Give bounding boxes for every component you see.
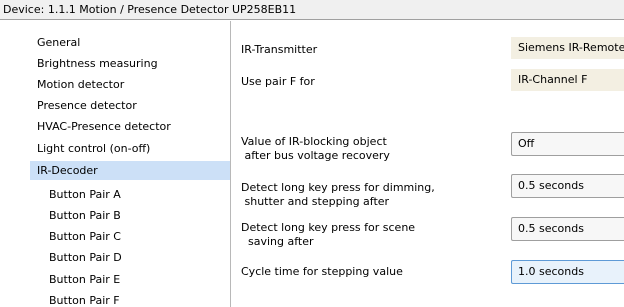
window-title: Device: 1.1.1 Motion / Presence Detector… [0,0,624,20]
long-press-scene-label-line1: Detect long key press for scene [241,221,416,234]
sidebar-item-motion-detector[interactable]: Motion detector [0,75,230,94]
long-press-scene-label-line2: saving after [241,235,314,248]
use-pair-f-value: IR-Channel F [511,69,624,91]
sidebar-item-hvac-presence-detector[interactable]: HVAC-Presence detector [0,117,230,136]
sidebar-item-button-pair-e[interactable]: Button Pair E [0,270,230,289]
parameter-panel: IR-Transmitter Siemens IR-Remote Use pai… [231,21,624,307]
long-press-dimming-label-line2: shutter and stepping after [241,195,390,208]
sidebar-item-button-pair-f[interactable]: Button Pair F [0,291,230,307]
sidebar-item-general[interactable]: General [0,33,230,52]
use-pair-f-label: Use pair F for [241,75,315,88]
cycle-time-label: Cycle time for stepping value [241,265,403,278]
long-press-dimming-label-line1: Detect long key press for dimming, [241,181,435,194]
ir-transmitter-label: IR-Transmitter [241,43,318,56]
long-press-dimming-dropdown[interactable]: 0.5 seconds [511,174,624,198]
sidebar-item-button-pair-a[interactable]: Button Pair A [0,185,230,204]
sidebar-item-button-pair-d[interactable]: Button Pair D [0,248,230,267]
sidebar-item-button-pair-b[interactable]: Button Pair B [0,206,230,225]
sidebar-item-light-control[interactable]: Light control (on-off) [0,139,230,158]
sidebar-item-brightness-measuring[interactable]: Brightness measuring [0,54,230,73]
ir-blocking-label-line2: after bus voltage recovery [241,149,390,162]
ir-blocking-dropdown[interactable]: Off [511,132,624,156]
sidebar-item-button-pair-c[interactable]: Button Pair C [0,227,230,246]
ir-blocking-label-line1: Value of IR-blocking object [241,135,387,148]
long-press-scene-dropdown[interactable]: 0.5 seconds [511,217,624,241]
ir-blocking-label: Value of IR-blocking object after bus vo… [241,135,390,163]
long-press-dimming-label: Detect long key press for dimming, shutt… [241,181,435,209]
ir-transmitter-value: Siemens IR-Remote [511,37,624,59]
long-press-scene-label: Detect long key press for scene saving a… [241,221,415,249]
sidebar-item-ir-decoder[interactable]: IR-Decoder [30,161,230,180]
sidebar-item-presence-detector[interactable]: Presence detector [0,96,230,115]
sidebar: General Brightness measuring Motion dete… [0,21,231,307]
cycle-time-dropdown[interactable]: 1.0 seconds [511,260,624,284]
